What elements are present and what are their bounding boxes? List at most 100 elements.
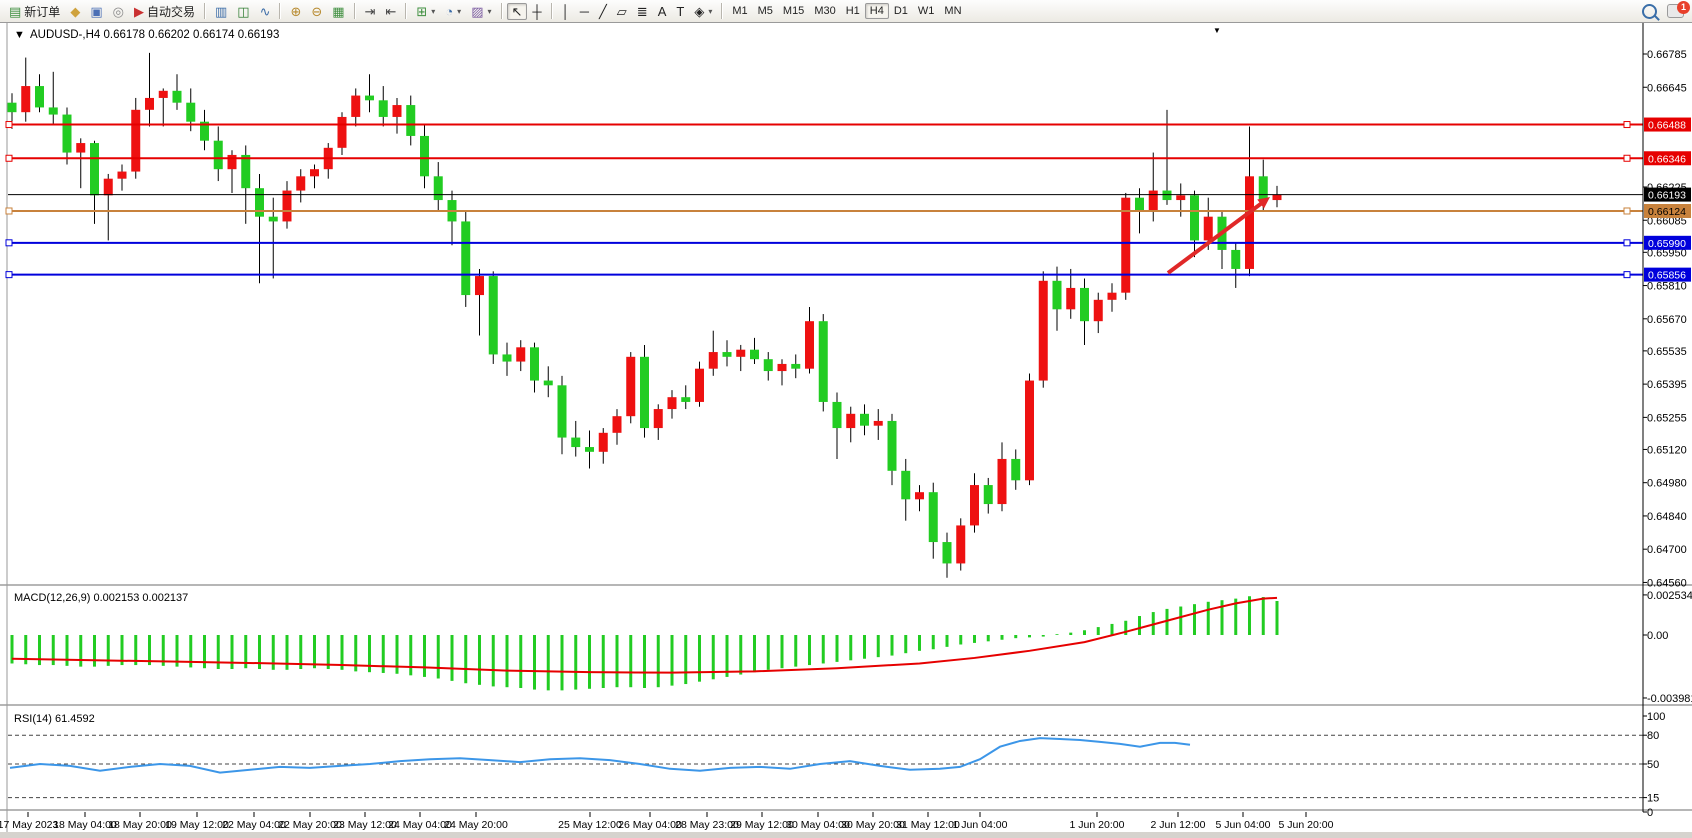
candle — [791, 364, 800, 369]
text-label-button[interactable]: T — [671, 3, 689, 20]
price-tick-label: 0.64840 — [1647, 511, 1687, 523]
new-order-button-label: 新订单 — [24, 3, 60, 20]
candlestick-button[interactable]: ◫ — [232, 3, 254, 20]
candle — [640, 357, 649, 428]
candle — [929, 492, 938, 542]
toolbar-group: │ ─╱▱ ≣ AT◈▾ — [557, 0, 718, 22]
horizontal-line-button[interactable]: ─ — [575, 3, 594, 20]
chart-area[interactable]: MACD(12,26,9) 0.002153 0.002137RSI(14) 6… — [0, 0, 1692, 838]
cursor-button[interactable]: ↖ — [507, 3, 528, 20]
channel-button[interactable]: ▱ — [612, 3, 632, 20]
shapes-button[interactable]: ◈▾ — [689, 3, 717, 20]
candle — [599, 433, 608, 452]
price-tick-label: 0.65810 — [1647, 281, 1687, 293]
candle — [173, 91, 182, 103]
candle — [1259, 176, 1268, 200]
candle — [76, 143, 85, 153]
timeframe-h1[interactable]: H1 — [841, 3, 865, 19]
support-line-2-handle[interactable] — [1624, 272, 1630, 278]
crosshair-icon: ┼ — [532, 5, 541, 18]
toolbar-group: ▤新订单◆▣◎▶自动交易 — [4, 0, 200, 22]
candle — [1025, 381, 1034, 481]
candle — [365, 96, 374, 101]
timeframe-m1[interactable]: M1 — [727, 3, 752, 19]
timeframe-w1[interactable]: W1 — [913, 3, 940, 19]
chart-menu-arrow[interactable]: ▼ — [14, 29, 25, 41]
candle — [393, 105, 402, 117]
notification-badge: 1 — [1677, 1, 1690, 14]
trendline-button[interactable]: ╱ — [594, 3, 612, 20]
chart-shift-button[interactable]: ⇤ — [380, 3, 401, 20]
timeframe-mn[interactable]: MN — [939, 3, 966, 19]
chat-icon[interactable]: 1 — [1667, 4, 1684, 18]
periods-button[interactable]: ◔▾ — [440, 3, 466, 20]
support-line-2-handle[interactable] — [6, 272, 12, 278]
zoom-in-button[interactable]: ⊕ — [285, 3, 306, 20]
auto-scroll-button[interactable]: ⇥ — [360, 3, 381, 20]
chart-scroll-marker[interactable]: ▼ — [1213, 26, 1221, 35]
profiles-button[interactable]: ▣ — [85, 3, 107, 20]
pivot-line-badge-label: 0.66124 — [1648, 206, 1686, 218]
pivot-line-handle[interactable] — [6, 208, 12, 214]
search-icon[interactable] — [1642, 4, 1657, 19]
new-order-button[interactable]: ▤新订单 — [4, 1, 65, 22]
resistance-line-2-handle[interactable] — [1624, 155, 1630, 161]
resistance-line-1-badge-label: 0.66488 — [1648, 120, 1686, 132]
text-button[interactable]: A — [653, 3, 672, 20]
timeframe-m5[interactable]: M5 — [753, 3, 778, 19]
candle — [255, 188, 264, 217]
support-line-1-handle[interactable] — [1624, 240, 1630, 246]
time-tick-label: 17 May 2023 — [0, 819, 59, 831]
resistance-line-1-handle[interactable] — [6, 122, 12, 128]
timeframe-group: M1M5M15M30H1H4D1W1MN — [727, 0, 966, 22]
time-tick-label: 25 May 12:00 — [558, 819, 622, 831]
resistance-line-1-handle[interactable] — [1624, 122, 1630, 128]
bar-chart-icon: ▥ — [215, 5, 227, 18]
signals-button[interactable]: ◎ — [108, 3, 129, 20]
crosshair-button[interactable]: ┼ — [527, 3, 546, 20]
candle — [1204, 217, 1213, 241]
zoom-in-icon: ⊕ — [290, 5, 301, 18]
timeframe-h4[interactable]: H4 — [865, 3, 889, 19]
bar-chart-button[interactable]: ▥ — [210, 3, 232, 20]
line-chart-icon: ∿ — [260, 5, 271, 18]
support-line-1-handle[interactable] — [6, 240, 12, 246]
zoom-out-button[interactable]: ⊖ — [306, 3, 327, 20]
charts-button[interactable]: ◆ — [65, 3, 85, 20]
time-tick-label: 22 May 04:00 — [222, 819, 286, 831]
toolbar-group: ↖┼ — [507, 0, 547, 22]
candle — [35, 86, 44, 107]
templates-button[interactable]: ▨▾ — [466, 3, 496, 20]
line-chart-button[interactable]: ∿ — [255, 3, 276, 20]
candle — [943, 542, 952, 563]
timeframe-m30[interactable]: M30 — [809, 3, 840, 19]
toolbar-separator — [279, 3, 281, 19]
fibonacci-button[interactable]: ≣ — [632, 3, 653, 20]
pivot-line-handle[interactable] — [1624, 208, 1630, 214]
candle — [159, 91, 168, 98]
window-bottom-strip — [0, 832, 1692, 838]
auto-trading-button[interactable]: ▶自动交易 — [129, 1, 200, 22]
rsi-scale-label: 15 — [1647, 793, 1659, 805]
toolbar-separator — [354, 3, 356, 19]
candle — [63, 115, 72, 153]
vertical-line-icon: │ — [562, 5, 570, 18]
tile-windows-button[interactable]: ▦ — [327, 3, 349, 20]
timeframe-m15[interactable]: M15 — [778, 3, 809, 19]
vertical-line-button[interactable]: │ — [557, 3, 575, 20]
resistance-line-2-handle[interactable] — [6, 155, 12, 161]
candle — [1108, 293, 1117, 300]
candle — [503, 354, 512, 361]
time-tick-label: 1 Jun 20:00 — [1070, 819, 1125, 831]
new-chart-button[interactable]: ⊞▾ — [411, 3, 440, 20]
candle — [613, 416, 622, 433]
candle — [833, 402, 842, 428]
timeframe-d1[interactable]: D1 — [889, 3, 913, 19]
price-tick-label: 0.64560 — [1647, 577, 1687, 589]
auto-trading-button-label: 自动交易 — [147, 3, 195, 20]
rsi-scale-label: 0 — [1647, 807, 1653, 819]
candle — [420, 136, 429, 176]
candle — [558, 385, 567, 437]
candle — [269, 217, 278, 222]
fibonacci-icon: ≣ — [637, 5, 648, 18]
